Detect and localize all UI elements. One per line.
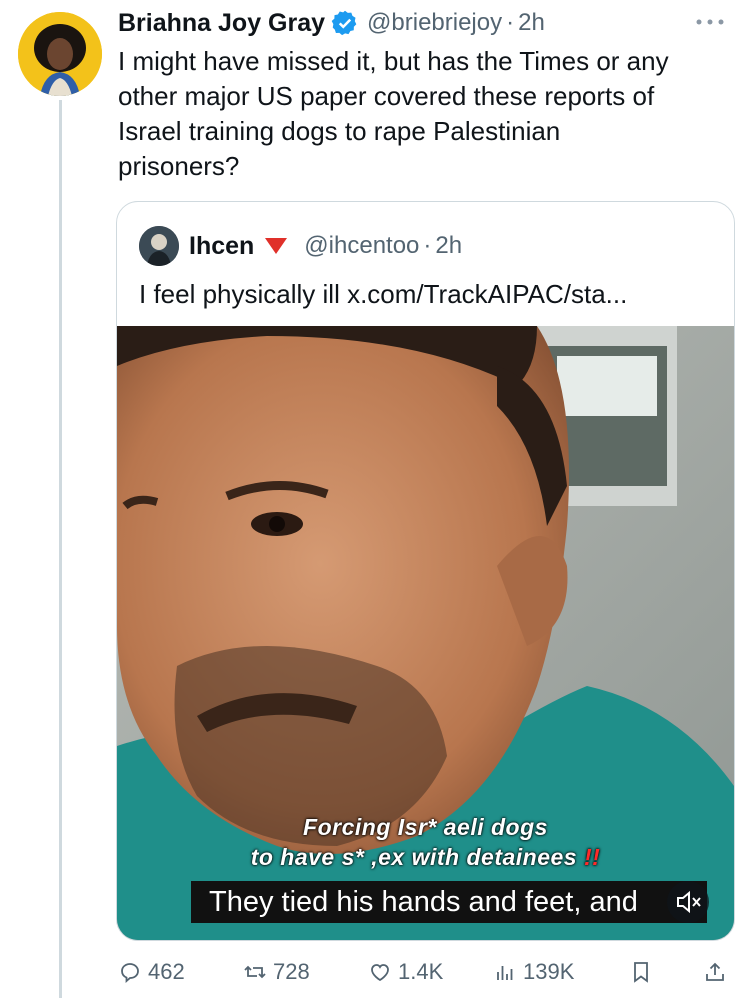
repost-button[interactable]: 728 [243, 959, 368, 985]
quoted-tweet-time: 2h [435, 232, 463, 259]
views-icon [497, 966, 513, 980]
video-caption: They tied his hands and feet, and [191, 881, 707, 923]
tweet-time[interactable]: 2h [518, 9, 545, 37]
reply-count: 462 [148, 959, 185, 984]
author-handle[interactable]: @briebriejoy [367, 9, 502, 37]
video-overlay-line1: Forcing Isr* aeli dogs [303, 814, 548, 840]
reply-icon [121, 963, 139, 983]
bookmark-icon [634, 962, 648, 983]
video-overlay-line2: to have s* ,ex with detainees !! [117, 844, 734, 871]
repost-icon [244, 965, 266, 979]
video-overlay-marks: !! [583, 844, 601, 870]
quoted-tweet[interactable]: Ihcen @ihcentoo · 2h I feel physically i… [116, 201, 735, 941]
share-icon [706, 962, 724, 981]
views-button[interactable]: 139K [493, 959, 629, 985]
verified-badge-icon [331, 10, 357, 36]
reply-button[interactable]: 462 [118, 959, 243, 985]
separator-dot: · [506, 9, 515, 36]
quoted-separator-dot: · [423, 232, 432, 259]
quoted-tweet-text: I feel physically ill x.com/TrackAIPAC/s… [139, 279, 628, 309]
quoted-author-handle[interactable]: @ihcentoo [304, 232, 419, 260]
thread-line [59, 100, 62, 998]
video-player[interactable]: Forcing Isr* aeli dogs to have s* ,ex wi… [117, 326, 734, 940]
like-button[interactable]: 1.4K [368, 959, 493, 985]
tweet-actions: 462 728 1.4K 139K [118, 954, 733, 990]
share-button[interactable] [703, 960, 733, 984]
red-triangle-icon [265, 238, 288, 254]
like-count: 1.4K [398, 959, 444, 984]
tweet-text: I might have missed it, but has the Time… [118, 46, 669, 181]
quoted-author-avatar[interactable] [139, 226, 179, 266]
author-name[interactable]: Briahna Joy Gray [118, 9, 325, 38]
like-icon [371, 964, 389, 982]
quoted-tweet-header: Ihcen @ihcentoo · 2h [139, 226, 462, 266]
tweet-header: Briahna Joy Gray @briebriejoy · 2h [118, 6, 545, 40]
more-icon[interactable] [690, 12, 730, 32]
repost-count: 728 [273, 959, 310, 984]
bookmark-button[interactable] [629, 960, 703, 984]
author-avatar[interactable] [18, 12, 102, 96]
views-count: 139K [523, 959, 575, 984]
volume-muted-icon[interactable] [667, 881, 709, 923]
quoted-author-name[interactable]: Ihcen [189, 232, 254, 261]
video-overlay-line2-text: to have s* ,ex with detainees [250, 844, 578, 870]
